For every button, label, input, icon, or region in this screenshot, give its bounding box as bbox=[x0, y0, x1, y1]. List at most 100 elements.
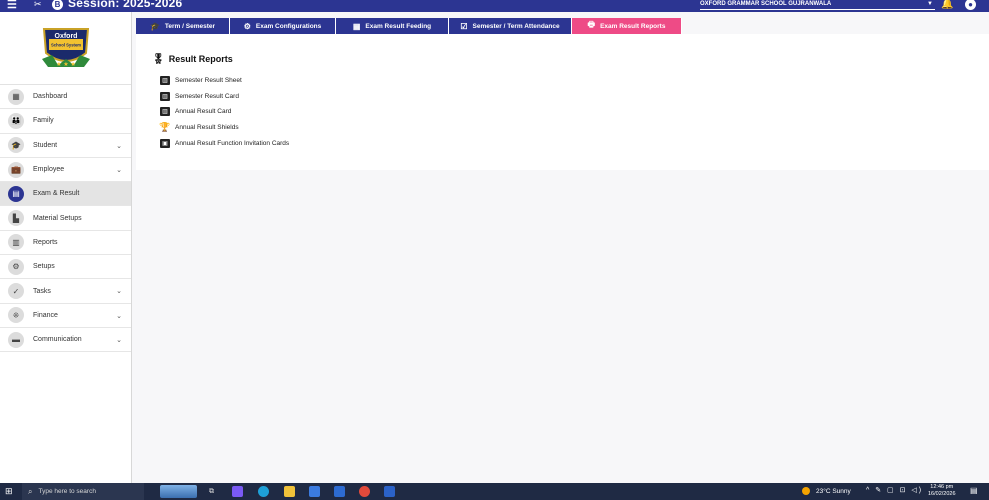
school-select[interactable]: OXFORD GRAMMAR SCHOOL GUJRANWALA ▼ bbox=[700, 0, 935, 10]
tab-exam-configurations[interactable]: ⚙ Exam Configurations bbox=[230, 18, 336, 34]
sidebar-item-label: Communication bbox=[33, 336, 82, 344]
section-title-text: Result Reports bbox=[168, 54, 233, 64]
logo-line1: Oxford bbox=[54, 33, 77, 40]
clock-date: 16/02/2026 bbox=[928, 491, 956, 497]
account-icon[interactable]: ● bbox=[965, 0, 976, 10]
mail-icon[interactable] bbox=[334, 486, 345, 497]
report-link-semester-result-sheet[interactable]: ▥ Semester Result Sheet bbox=[160, 73, 289, 89]
report-link-label: Semester Result Card bbox=[175, 92, 239, 100]
tab-label: Exam Result Feeding bbox=[365, 22, 432, 30]
ribbon-icon: 🎖 bbox=[152, 54, 165, 65]
report-link-annual-result-shields[interactable]: 🏆 Annual Result Shields bbox=[159, 120, 289, 136]
tab-icon: ☑ bbox=[460, 21, 468, 31]
task-view-icon[interactable]: ⧉ bbox=[206, 486, 217, 497]
weather-widget[interactable]: 23°C Sunny bbox=[802, 487, 851, 495]
bell-icon[interactable]: 🔔 bbox=[941, 0, 953, 10]
tab-label: Exam Result Reports bbox=[600, 22, 666, 30]
sidebar-item-tasks[interactable]: ✓ Tasks ⌄ bbox=[0, 279, 131, 304]
store-icon[interactable] bbox=[309, 486, 320, 497]
communication-icon: ▬ bbox=[8, 331, 24, 348]
sidebar-item-finance[interactable]: ⁜ Finance ⌄ bbox=[0, 303, 131, 328]
family-icon: 👪 bbox=[8, 112, 24, 129]
sidebar-item-label: Tasks bbox=[33, 287, 51, 295]
edge-icon[interactable] bbox=[258, 486, 269, 497]
report-link-annual-result-card[interactable]: ▥ Annual Result Card bbox=[160, 104, 289, 120]
sidebar-item-dashboard[interactable]: ▦ Dashboard bbox=[0, 85, 131, 110]
sidebar-item-communication[interactable]: ▬ Communication ⌄ bbox=[0, 327, 131, 353]
sidebar: Oxford School System ★ ★ ★ ▦ Dashboard 👪 Fa… bbox=[0, 12, 132, 483]
sidebar-item-label: Student bbox=[33, 141, 58, 149]
tasks-icon: ✓ bbox=[8, 283, 24, 300]
dropdown-caret-icon: ▼ bbox=[927, 1, 933, 7]
tab-bar: 🎓 Term / Semester ⚙ Exam Configurations ▦ Exa… bbox=[136, 18, 682, 34]
sun-icon bbox=[802, 487, 810, 495]
report-list: ▥ Semester Result Sheet ▥ Semester Result C… bbox=[159, 73, 289, 151]
student-icon: 🎓 bbox=[8, 137, 24, 154]
session-title: Session: 2025-2026 bbox=[68, 0, 183, 10]
clock[interactable]: 12:46 pm 16/02/2026 bbox=[928, 484, 956, 498]
sidebar-item-label: Setups bbox=[33, 263, 55, 271]
material-icon: ▙ bbox=[8, 210, 24, 227]
report-link-semester-result-card[interactable]: ▥ Semester Result Card bbox=[160, 89, 289, 105]
report-link-annual-result-function-invitation-cards[interactable]: ▣ Annual Result Function Invitation Cards bbox=[160, 135, 289, 151]
chrome-icon[interactable] bbox=[359, 486, 370, 497]
sidebar-item-material-setups[interactable]: ▙ Material Setups bbox=[0, 206, 131, 231]
sidebar-item-label: Dashboard bbox=[33, 93, 68, 101]
tab-label: Semester / Term Attendance bbox=[472, 22, 560, 30]
sidebar-item-reports[interactable]: ▥ Reports bbox=[0, 230, 131, 256]
reports-icon: ▥ bbox=[8, 234, 24, 251]
setups-icon: ⚙ bbox=[8, 258, 24, 275]
sidebar-item-exam-result[interactable]: ▤ Exam & Result bbox=[0, 182, 131, 207]
tab-icon: ⚙ bbox=[243, 21, 251, 31]
logo-line2: School System bbox=[50, 43, 80, 48]
sidebar-item-setups[interactable]: ⚙ Setups bbox=[0, 255, 131, 280]
tab-icon: 🎓 bbox=[149, 21, 160, 31]
svg-text:★ ★ ★: ★ ★ ★ bbox=[56, 61, 75, 68]
taskbar-search-placeholder: Type here to search bbox=[38, 488, 96, 495]
sidebar-item-label: Material Setups bbox=[33, 214, 82, 222]
tab-label: Exam Configurations bbox=[255, 22, 322, 30]
tab-exam-result-reports[interactable]: 🖶 Exam Result Reports bbox=[572, 18, 682, 34]
section-title: 🎖 Result Reports bbox=[152, 54, 233, 65]
notification-icon[interactable]: ▤ bbox=[970, 486, 978, 495]
tab-label: Term / Semester bbox=[164, 22, 216, 30]
report-link-label: Annual Result Card bbox=[175, 108, 232, 116]
tab-icon: ▦ bbox=[352, 21, 361, 31]
news-widget-icon[interactable] bbox=[160, 485, 197, 498]
sidebar-item-employee[interactable]: 💼 Employee ⌄ bbox=[0, 157, 131, 183]
report-link-label: Annual Result Shields bbox=[175, 124, 239, 132]
chevron-down-icon[interactable]: ⌄ bbox=[116, 336, 122, 344]
tools-icon[interactable]: ✂ bbox=[34, 0, 42, 10]
chevron-down-icon[interactable]: ⌄ bbox=[116, 142, 122, 150]
menu-icon[interactable]: ☰ bbox=[7, 0, 17, 11]
sidebar-item-label: Finance bbox=[33, 311, 58, 319]
copilot-icon[interactable] bbox=[232, 486, 243, 497]
employee-icon: 💼 bbox=[8, 161, 24, 178]
chevron-down-icon[interactable]: ⌄ bbox=[116, 166, 122, 174]
school-logo: Oxford School System ★ ★ ★ bbox=[0, 12, 131, 85]
session-badge-icon: B bbox=[52, 0, 63, 10]
windows-start-icon[interactable]: ⊞ bbox=[5, 486, 13, 497]
report-link-label: Semester Result Sheet bbox=[175, 77, 242, 85]
chevron-down-icon[interactable]: ⌄ bbox=[116, 312, 122, 320]
system-tray[interactable]: ^ ✎ ▢ ⊡ ◁) bbox=[866, 486, 923, 494]
sidebar-item-label: Reports bbox=[33, 238, 58, 246]
school-select-value: OXFORD GRAMMAR SCHOOL GUJRANWALA bbox=[700, 1, 832, 7]
sidebar-item-family[interactable]: 👪 Family bbox=[0, 109, 131, 134]
file-explorer-icon[interactable] bbox=[284, 486, 295, 497]
chevron-down-icon[interactable]: ⌄ bbox=[116, 287, 122, 295]
tab-term-semester[interactable]: 🎓 Term / Semester bbox=[136, 18, 230, 34]
badge-icon: ▣ bbox=[160, 138, 170, 148]
sidebar-item-student[interactable]: 🎓 Student ⌄ bbox=[0, 133, 131, 158]
taskbar-search[interactable]: ⌕ Type here to search bbox=[22, 483, 144, 500]
finance-icon: ⁜ bbox=[8, 307, 24, 324]
windows-taskbar: ⊞ ⌕ Type here to search ⧉ 23°C Sunny ^ ✎… bbox=[0, 483, 989, 500]
exam-icon: ▤ bbox=[8, 185, 24, 202]
app-icon[interactable] bbox=[384, 486, 395, 497]
sidebar-item-label: Exam & Result bbox=[33, 190, 80, 198]
tab-exam-result-feeding[interactable]: ▦ Exam Result Feeding bbox=[336, 18, 449, 34]
sidebar-item-label: Employee bbox=[33, 166, 65, 174]
sidebar-item-label: Family bbox=[33, 117, 54, 125]
result-reports-panel: 🎖 Result Reports ▥ Semester Result Sheet ▥ S… bbox=[136, 34, 989, 170]
tab-semester-term-attendance[interactable]: ☑ Semester / Term Attendance bbox=[449, 18, 572, 34]
